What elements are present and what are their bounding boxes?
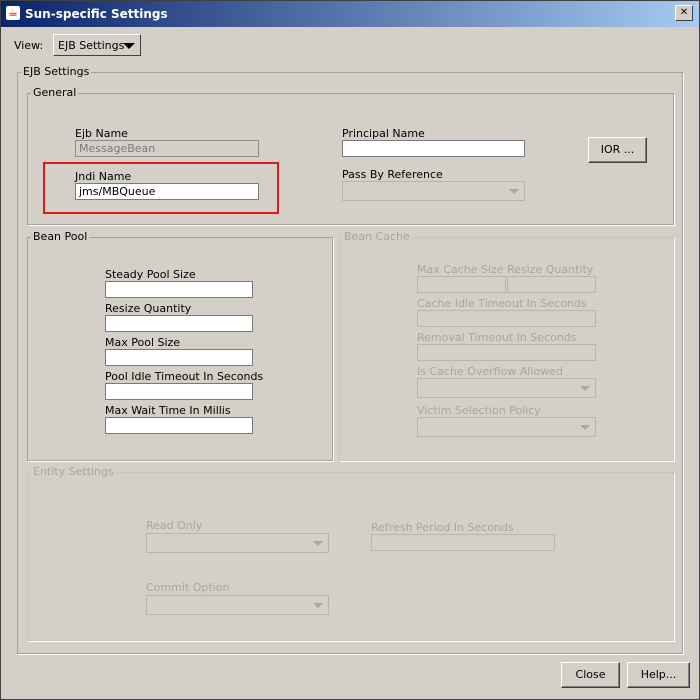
bean-cache-legend: Bean Cache xyxy=(342,230,412,243)
chevron-down-icon xyxy=(580,425,590,430)
read-only-select xyxy=(146,533,329,553)
settings-window: ☕ Sun-specific Settings ✕ View: EJB Sett… xyxy=(0,0,700,700)
max-cache-size-label: Max Cache Size xyxy=(417,263,504,276)
chevron-down-icon xyxy=(123,43,135,49)
removal-timeout-label: Removal Timeout In Seconds xyxy=(417,331,577,344)
max-wait-time-label: Max Wait Time In Millis xyxy=(105,404,231,417)
entity-settings-group xyxy=(27,472,674,641)
steady-pool-size-field[interactable] xyxy=(105,281,253,298)
refresh-period-label: Refresh Period In Seconds xyxy=(371,521,514,534)
pass-by-reference-label: Pass By Reference xyxy=(342,168,443,181)
pool-idle-timeout-field[interactable] xyxy=(105,383,253,400)
general-legend: General xyxy=(31,86,79,99)
max-wait-time-field[interactable] xyxy=(105,417,253,434)
view-label: View: xyxy=(14,39,44,52)
jndi-name-field[interactable]: jms/MBQueue xyxy=(75,183,259,200)
ejb-settings-legend: EJB Settings xyxy=(21,65,92,78)
ejb-name-label: Ejb Name xyxy=(75,127,128,140)
removal-timeout-field xyxy=(417,344,596,361)
read-only-label: Read Only xyxy=(146,519,203,532)
resize-quantity-label: Resize Quantity xyxy=(105,302,192,315)
help-button[interactable]: Help... xyxy=(627,662,690,688)
view-selected-value: EJB Settings xyxy=(58,39,125,52)
close-window-button[interactable]: ✕ xyxy=(675,5,693,21)
view-select[interactable]: EJB Settings xyxy=(53,34,141,56)
chevron-down-icon xyxy=(313,603,323,608)
steady-pool-size-label: Steady Pool Size xyxy=(105,268,196,281)
cache-overflow-label: Is Cache Overflow Allowed xyxy=(417,365,563,378)
pass-by-reference-select xyxy=(342,181,525,201)
principal-name-field[interactable] xyxy=(342,140,525,157)
title-bar: ☕ Sun-specific Settings ✕ xyxy=(1,1,699,27)
pool-idle-timeout-label: Pool Idle Timeout In Seconds xyxy=(105,370,264,383)
cache-overflow-select xyxy=(417,378,596,398)
chevron-down-icon xyxy=(509,189,519,194)
victim-selection-label: Victim Selection Policy xyxy=(417,404,541,417)
max-pool-size-label: Max Pool Size xyxy=(105,336,181,349)
ior-button[interactable]: IOR ... xyxy=(588,137,647,163)
cache-idle-timeout-field xyxy=(417,310,596,327)
window-title: Sun-specific Settings xyxy=(25,7,168,21)
cache-resize-quantity-field xyxy=(507,276,596,293)
close-button[interactable]: Close xyxy=(561,662,620,688)
max-cache-size-field xyxy=(417,276,506,293)
commit-option-select xyxy=(146,595,329,615)
commit-option-label: Commit Option xyxy=(146,581,230,594)
principal-name-label: Principal Name xyxy=(342,127,425,140)
ejb-name-field: MessageBean xyxy=(75,140,259,157)
victim-selection-select xyxy=(417,417,596,437)
resize-quantity-field[interactable] xyxy=(105,315,253,332)
cache-resize-quantity-label: Resize Quantity xyxy=(507,263,594,276)
chevron-down-icon xyxy=(580,386,590,391)
java-cup-icon: ☕ xyxy=(6,6,20,20)
bean-pool-legend: Bean Pool xyxy=(31,230,90,243)
jndi-name-label: Jndi Name xyxy=(75,170,132,183)
entity-settings-legend: Entity Settings xyxy=(31,465,116,478)
chevron-down-icon xyxy=(313,541,323,546)
refresh-period-field xyxy=(371,534,555,551)
max-pool-size-field[interactable] xyxy=(105,349,253,366)
cache-idle-timeout-label: Cache Idle Timeout In Seconds xyxy=(417,297,587,310)
